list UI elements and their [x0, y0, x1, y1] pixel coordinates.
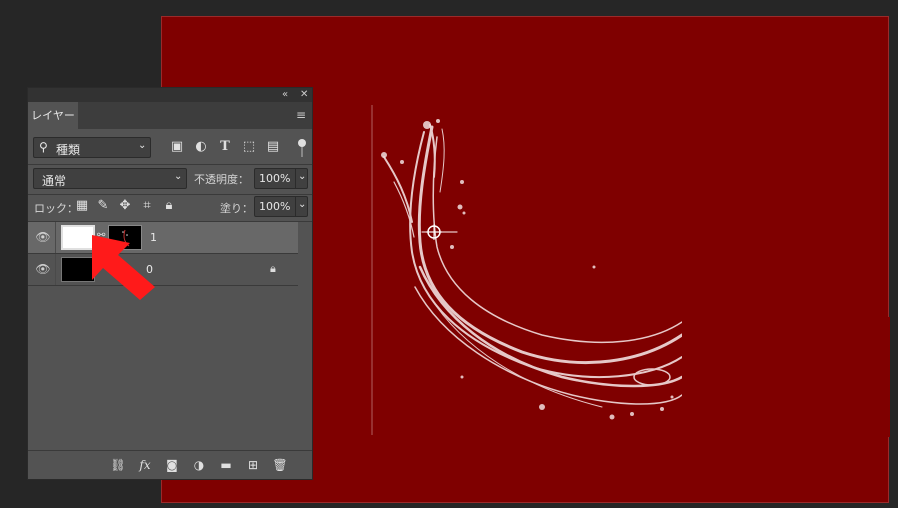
lock-position-icon[interactable]: ✥	[117, 198, 133, 214]
opacity-value: 100%	[259, 172, 291, 185]
chevron-down-icon: ⌄	[138, 140, 147, 151]
lock-transparent-icon[interactable]: ▦	[74, 198, 90, 214]
close-icon[interactable]: ✕	[300, 88, 308, 102]
opacity-input[interactable]: 100% ⌄	[254, 168, 308, 189]
panel-title-bar[interactable]: « ✕	[28, 88, 312, 102]
adjustment-filter-icon[interactable]: ◐	[193, 139, 209, 155]
chevron-down-icon: ⌄	[174, 171, 183, 182]
link-icon[interactable]: ⛓︎	[110, 457, 126, 473]
visibility-eye-icon[interactable]: 👁︎	[33, 222, 53, 253]
filter-toggle-icon[interactable]	[298, 139, 306, 147]
fill-label: 塗り：	[220, 202, 253, 215]
chevron-down-icon[interactable]: ⌄	[298, 171, 306, 182]
adjustment-icon[interactable]: ◑	[191, 457, 207, 473]
layer-lock-icon: 🔒︎	[270, 262, 276, 275]
search-icon: ⚲	[39, 140, 48, 154]
type-filter-icon[interactable]: T	[217, 139, 233, 155]
crosshair-cursor	[426, 224, 442, 240]
folder-icon[interactable]: ▬	[218, 457, 234, 473]
panel-menu-icon[interactable]: ≡	[296, 102, 306, 129]
new-layer-icon[interactable]: ⊞	[245, 457, 261, 473]
panel-tab-row: レイヤー ≡	[28, 102, 312, 129]
mask-icon[interactable]: ◙	[164, 457, 180, 473]
filter-kind-select[interactable]: ⚲ 種類 ⌄	[33, 137, 151, 158]
blend-mode-select[interactable]: 通常 ⌄	[33, 168, 187, 189]
lock-artboard-icon[interactable]: ⌗	[139, 198, 155, 214]
pixel-filter-icon[interactable]: ▣	[169, 139, 185, 155]
fill-input[interactable]: 100% ⌄	[254, 196, 308, 217]
lock-all-icon[interactable]: 🔒︎	[161, 198, 177, 214]
fx-icon[interactable]: fx	[137, 457, 153, 473]
collapse-icon[interactable]: «	[282, 88, 288, 102]
panel-bottom-toolbar: ⛓︎ fx ◙ ◑ ▬ ⊞ 🗑︎	[28, 450, 312, 479]
lock-brush-icon[interactable]: ✎	[95, 198, 111, 214]
lock-label: ロック：	[34, 202, 78, 215]
fill-value: 100%	[259, 200, 291, 213]
tab-layers[interactable]: レイヤー	[28, 102, 78, 129]
smart-object-filter-icon[interactable]: ▤	[265, 139, 281, 155]
visibility-eye-icon[interactable]: 👁︎	[33, 254, 53, 285]
trash-icon[interactable]: 🗑︎	[272, 457, 288, 473]
shape-filter-icon[interactable]: ⬚	[241, 139, 257, 155]
red-arrow-annotation	[92, 235, 155, 300]
opacity-label: 不透明度：	[194, 173, 249, 186]
chevron-down-icon[interactable]: ⌄	[298, 199, 306, 210]
blend-mode-value: 通常	[42, 174, 67, 188]
filter-kind-value: 種類	[56, 143, 81, 157]
